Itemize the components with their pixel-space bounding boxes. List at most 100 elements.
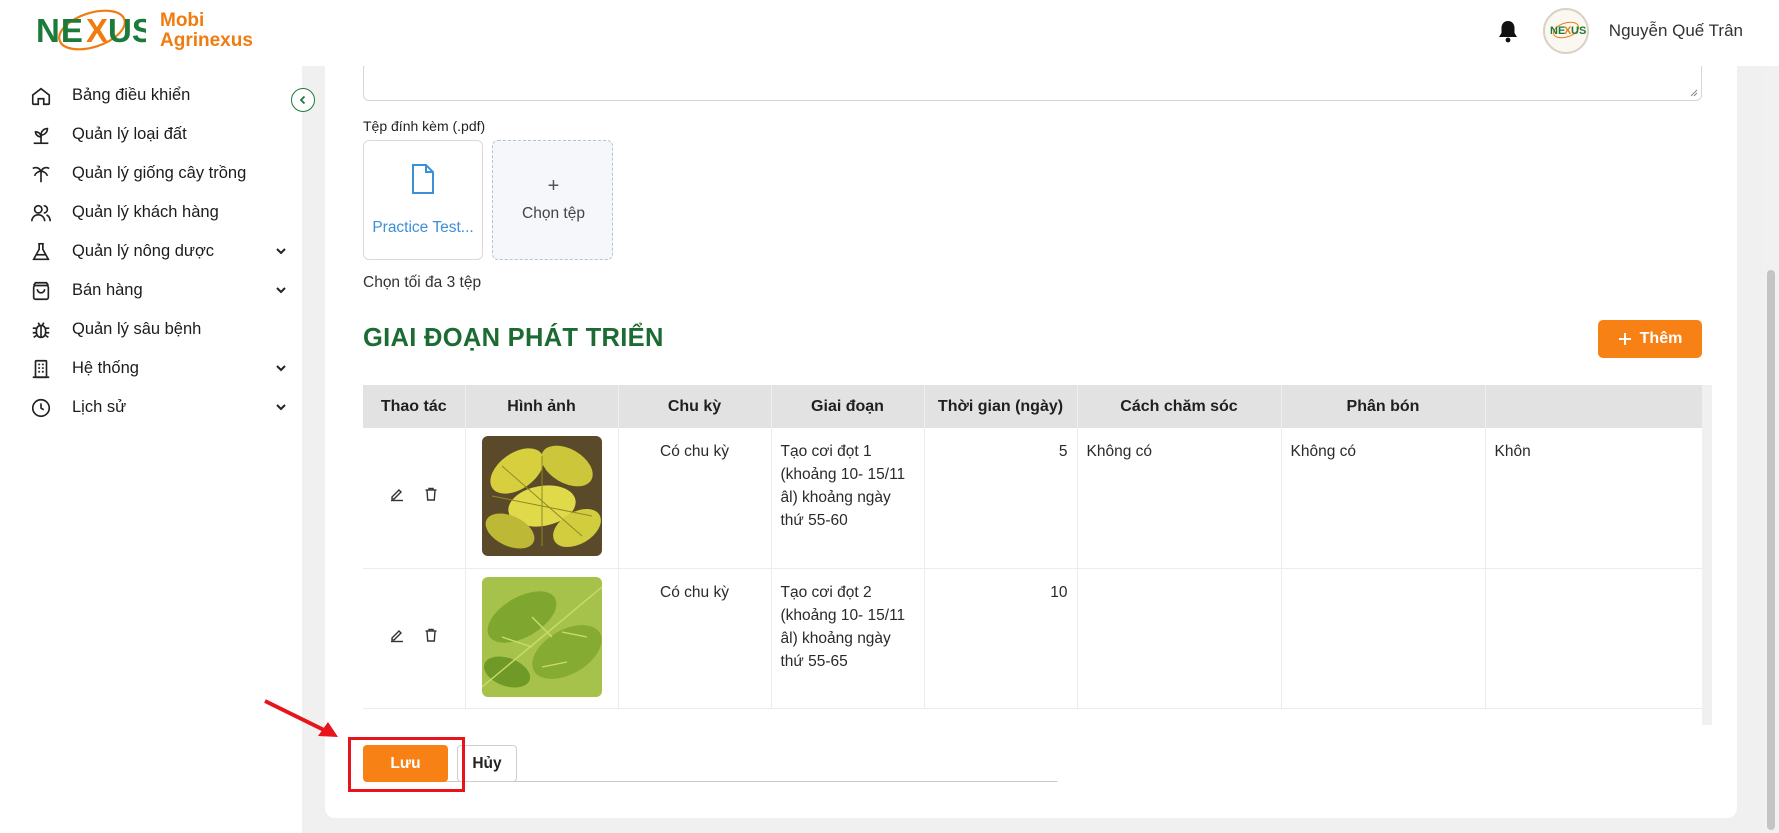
column-header: Chu kỳ [618, 385, 772, 428]
image-cell [465, 568, 619, 709]
delete-icon[interactable] [423, 486, 439, 502]
growth-stage-table: Thao tác Hình ảnh Chu kỳ Giai đoạn Thời … [363, 385, 1702, 782]
palm-tree-icon [28, 161, 54, 187]
sidebar-item-label: Lịch sử [72, 398, 127, 416]
svg-text:NE: NE [1550, 25, 1565, 37]
add-stage-label: Thêm [1639, 330, 1683, 347]
column-header: Thời gian (ngày) [924, 385, 1078, 428]
flask-icon [28, 239, 54, 265]
sidebar-item-label: Quản lý nông dược [72, 242, 215, 260]
care-cell [1077, 568, 1282, 709]
cancel-button[interactable]: Hủy [457, 745, 517, 782]
sidebar-item-system[interactable]: Hệ thống [28, 349, 290, 388]
user-name[interactable]: Nguyễn Quế Trân [1609, 21, 1743, 41]
sidebar-item-label: Bảng điều khiển [72, 86, 191, 104]
actions-cell [363, 428, 466, 569]
column-header: Giai đoạn [771, 385, 925, 428]
column-header: Cách chăm sóc [1077, 385, 1282, 428]
edit-icon[interactable] [389, 486, 405, 502]
brand-line-1: Mobi [160, 10, 205, 31]
table-row: Có chu kỳ Tạo cơi đọt 1 (khoảng 10- 15/1… [363, 428, 1702, 569]
table-header-row: Thao tác Hình ảnh Chu kỳ Giai đoạn Thời … [363, 385, 1702, 428]
actions-cell [363, 568, 466, 709]
leaf-photo-icon[interactable] [481, 436, 602, 556]
svg-text:NE: NE [36, 12, 84, 49]
page-scrollbar[interactable] [1763, 66, 1779, 833]
users-icon [28, 200, 54, 226]
chevron-down-icon[interactable] [272, 398, 290, 416]
add-stage-button[interactable]: Thêm [1598, 320, 1702, 358]
svg-text:US: US [1571, 25, 1586, 37]
sidebar: Bảng điều khiển Quản lý loại đất Quản lý… [0, 66, 302, 833]
cycle-cell: Có chu kỳ [618, 568, 772, 709]
sidebar-item-label: Quản lý loại đất [72, 125, 187, 143]
sidebar-item-pests[interactable]: Quản lý sâu bệnh [28, 310, 290, 349]
clock-icon [28, 395, 54, 421]
annotation-arrow-icon [264, 699, 338, 737]
top-header: NE X US Mobi Agrinexus NE X US Nguyễn Qu… [0, 0, 1779, 66]
plus-icon: + [547, 175, 560, 197]
chevron-down-icon[interactable] [272, 281, 290, 299]
resize-grip-icon[interactable] [1688, 87, 1698, 97]
column-header: Thao tác [363, 385, 466, 428]
sidebar-item-soil-types[interactable]: Quản lý loại đất [28, 115, 290, 154]
brand-logo[interactable]: NE X US Mobi Agrinexus [34, 6, 253, 56]
column-header: Hình ảnh [465, 385, 619, 428]
extra-cell: Khôn [1485, 428, 1702, 569]
nexus-logo-icon: NE X US [36, 9, 146, 51]
annotation-highlight-box [348, 737, 465, 792]
extra-cell [1485, 568, 1702, 709]
sidebar-item-crop-varieties[interactable]: Quản lý giống cây trồng [28, 154, 290, 193]
days-cell: 10 [924, 568, 1078, 709]
choose-file-button[interactable]: + Chọn tệp [492, 140, 613, 260]
care-cell: Không có [1077, 428, 1282, 569]
file-limit-hint: Chọn tối đa 3 tệp [363, 274, 482, 291]
bug-icon [28, 317, 54, 343]
shopping-bag-icon [28, 278, 54, 304]
image-cell [465, 428, 619, 569]
sidebar-item-label: Hệ thống [72, 359, 139, 377]
sidebar-item-sales[interactable]: Bán hàng [28, 271, 290, 310]
avatar-logo-icon: NE X US [1550, 21, 1586, 39]
fertilizer-cell [1281, 568, 1486, 709]
fertilizer-cell: Không có [1281, 428, 1486, 569]
scrollbar-thumb[interactable] [1767, 270, 1775, 830]
brand-line-2: Agrinexus [160, 30, 253, 51]
plus-icon [1618, 333, 1631, 345]
leaf-photo-icon[interactable] [481, 576, 602, 697]
days-cell: 5 [924, 428, 1078, 569]
table-row: Có chu kỳ Tạo cơi đọt 2 (khoảng 10- 15/1… [363, 568, 1702, 709]
home-icon [28, 83, 54, 109]
cycle-cell: Có chu kỳ [618, 428, 772, 569]
sidebar-collapse-button[interactable] [291, 88, 315, 112]
edit-icon[interactable] [389, 627, 405, 643]
attached-file-card[interactable]: Practice Test... [363, 140, 483, 260]
sidebar-item-agrochemicals[interactable]: Quản lý nông dược [28, 232, 290, 271]
brand-name: Mobi Agrinexus [160, 11, 253, 51]
chevron-left-icon [299, 95, 306, 105]
svg-text:US: US [108, 12, 146, 49]
chevron-down-icon[interactable] [272, 359, 290, 377]
seedling-icon [28, 122, 54, 148]
form-card: Tệp đính kèm (.pdf) Practice Test... + C… [325, 56, 1737, 818]
column-header [1485, 385, 1702, 428]
chevron-down-icon[interactable] [272, 242, 290, 260]
sidebar-item-label: Quản lý khách hàng [72, 203, 219, 221]
sidebar-item-label: Quản lý sâu bệnh [72, 320, 202, 338]
sidebar-nav: Bảng điều khiển Quản lý loại đất Quản lý… [28, 76, 290, 427]
notification-bell-icon[interactable] [1493, 16, 1523, 46]
attached-file-name[interactable]: Practice Test... [364, 219, 482, 237]
table-edge [1702, 385, 1712, 725]
sidebar-item-label: Bán hàng [72, 281, 143, 299]
sidebar-item-dashboard[interactable]: Bảng điều khiển [28, 76, 290, 115]
sidebar-item-customers[interactable]: Quản lý khách hàng [28, 193, 290, 232]
svg-text:X: X [86, 12, 108, 49]
avatar[interactable]: NE X US [1542, 8, 1589, 54]
section-title: GIAI ĐOẠN PHÁT TRIỂN [363, 324, 664, 352]
stage-cell: Tạo cơi đọt 1 (khoảng 10- 15/11 âl) khoả… [771, 428, 925, 569]
user-area: NE X US Nguyễn Quế Trân [1493, 8, 1743, 54]
delete-icon[interactable] [423, 627, 439, 643]
attachment-label: Tệp đính kèm (.pdf) [363, 118, 486, 134]
file-icon [412, 164, 434, 194]
sidebar-item-history[interactable]: Lịch sử [28, 388, 290, 427]
